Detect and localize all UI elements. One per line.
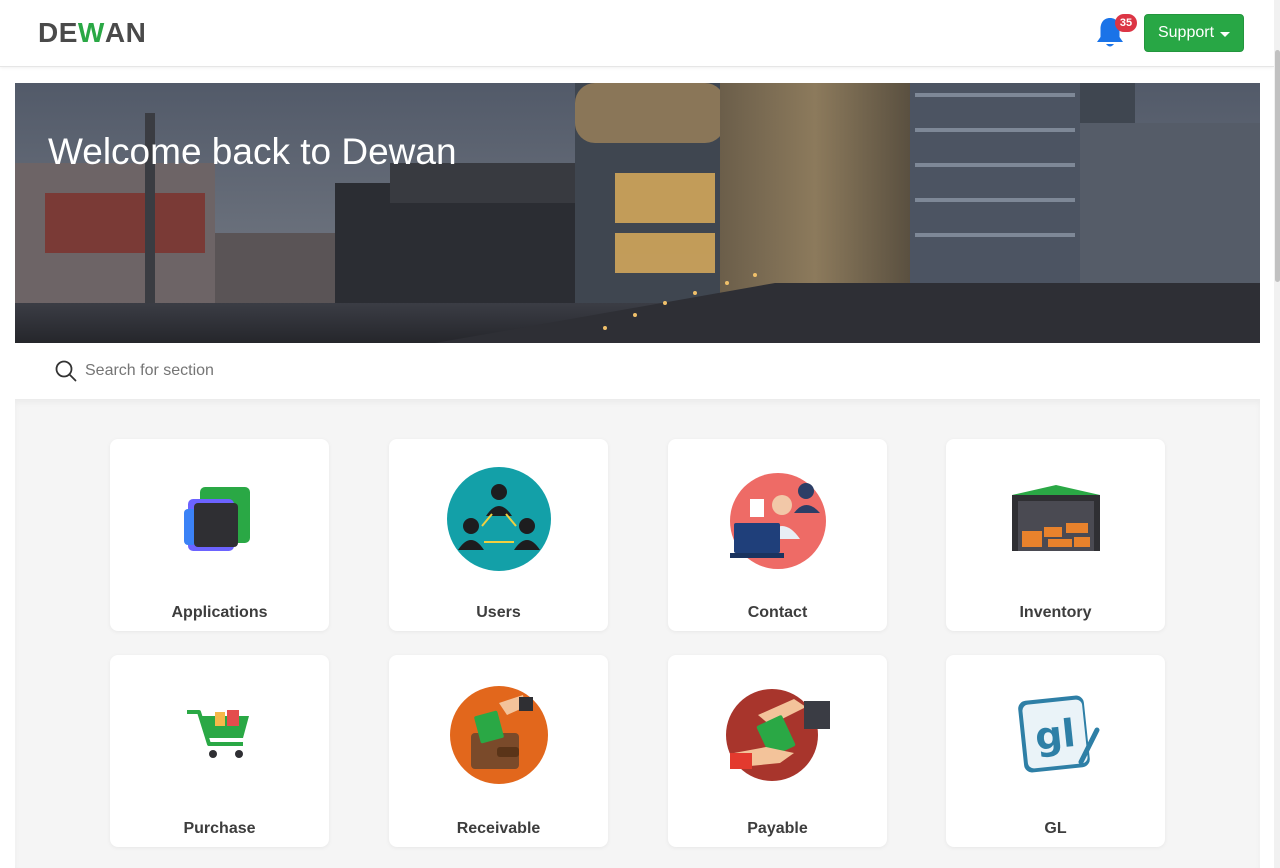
section-card-applications[interactable]: Applications: [110, 439, 329, 631]
caret-down-icon: [1220, 31, 1231, 37]
section-card-inventory[interactable]: Inventory: [946, 439, 1165, 631]
section-label: Inventory: [1019, 604, 1092, 621]
section-label: Receivable: [456, 820, 541, 837]
notification-count-badge: 35: [1115, 14, 1137, 32]
hero-building-image: [15, 83, 1260, 343]
section-card-payable[interactable]: Payable: [668, 655, 887, 847]
section-label: Applications: [171, 604, 268, 621]
contact-icon: [668, 439, 887, 599]
section-label: Purchase: [183, 820, 256, 837]
section-card-gl[interactable]: gl GL: [946, 655, 1165, 847]
users-icon: [389, 439, 608, 599]
dewan-logo[interactable]: DE W AN: [38, 17, 147, 48]
section-search-bar: [15, 343, 1260, 399]
purchase-icon: [110, 655, 329, 815]
gl-icon: gl: [946, 655, 1165, 815]
support-button-label: Support: [1157, 24, 1215, 41]
logo-text-prefix: DE: [38, 17, 78, 48]
search-icon: [55, 360, 77, 382]
search-input[interactable]: [85, 357, 685, 385]
applications-icon: [110, 439, 329, 599]
section-label: Contact: [747, 604, 808, 621]
section-label: Payable: [747, 820, 808, 837]
section-label: Users: [476, 604, 521, 621]
sections-grid: Applications Users Contact Inventory Pur…: [15, 399, 1260, 868]
section-card-users[interactable]: Users: [389, 439, 608, 631]
section-card-contact[interactable]: Contact: [668, 439, 887, 631]
page-scrollbar[interactable]: [1274, 0, 1280, 868]
top-navbar: DE W AN 35 Support: [0, 0, 1274, 67]
welcome-heading: Welcome back to Dewan: [48, 131, 457, 172]
svg-text:gl: gl: [1032, 711, 1077, 759]
support-dropdown-button[interactable]: Support: [1144, 14, 1244, 52]
scrollbar-thumb[interactable]: [1275, 50, 1280, 282]
section-card-purchase[interactable]: Purchase: [110, 655, 329, 847]
payable-icon: [668, 655, 887, 815]
inventory-icon: [946, 439, 1165, 599]
logo-text-accent: W: [77, 17, 105, 48]
receivable-icon: [389, 655, 608, 815]
hero-banner: Welcome back to Dewan: [15, 83, 1260, 343]
section-label: GL: [1044, 820, 1067, 837]
section-card-receivable[interactable]: Receivable: [389, 655, 608, 847]
logo-text-suffix: AN: [104, 17, 147, 48]
